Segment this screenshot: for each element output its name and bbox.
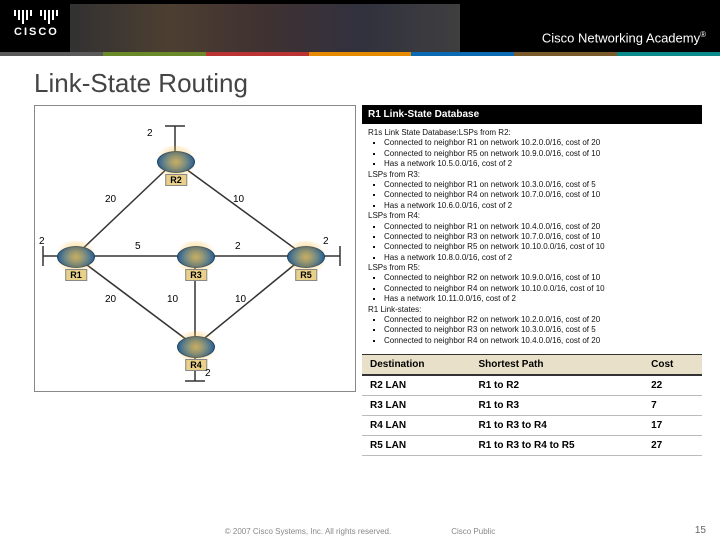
table-row: R5 LANR1 to R3 to R4 to R527 — [362, 436, 702, 456]
router-r5: R5 — [287, 246, 325, 268]
cost-r1-r4: 20 — [105, 294, 116, 305]
col-cost: Cost — [643, 355, 702, 376]
cost-r4-r5: 10 — [235, 294, 246, 305]
header: CISCO Cisco Networking Academy® — [0, 0, 720, 56]
lsp-r1-list: Connected to neighbor R2 on network 10.2… — [384, 315, 696, 346]
lsp-r2-list: Connected to neighbor R1 on network 10.2… — [384, 138, 696, 169]
table-row: R4 LANR1 to R3 to R417 — [362, 416, 702, 436]
router-r2: R2 — [157, 151, 195, 173]
color-strip — [0, 52, 720, 56]
lan-cost-r1: 2 — [39, 236, 45, 247]
col-shortest-path: Shortest Path — [470, 355, 643, 376]
footer: © 2007 Cisco Systems, Inc. All rights re… — [0, 527, 720, 536]
academy-text: Cisco Networking Academy® — [542, 30, 706, 45]
cisco-logo: CISCO — [14, 10, 59, 38]
classification: Cisco Public — [451, 527, 495, 536]
page-title: Link-State Routing — [0, 56, 720, 105]
topology-diagram: R1 R2 R3 R4 R5 2 2 2 2 20 10 5 2 20 10 1… — [34, 105, 356, 392]
right-panel: R1 Link-State Database R1s Link State Da… — [362, 105, 702, 456]
page-number: 15 — [695, 525, 706, 536]
lsp-r3-list: Connected to neighbor R1 on network 10.3… — [384, 180, 696, 211]
content: R1 R2 R3 R4 R5 2 2 2 2 20 10 5 2 20 10 1… — [0, 105, 720, 456]
cost-r3-r5: 2 — [235, 241, 241, 252]
lan-cost-r2: 2 — [147, 128, 153, 139]
database-body: R1s Link State Database:LSPs from R2: Co… — [362, 124, 702, 350]
col-destination: Destination — [362, 355, 470, 376]
cost-r2-r5: 10 — [233, 194, 244, 205]
cost-r3-r4: 10 — [167, 294, 178, 305]
lsp-r1-label: R1 Link-states: — [368, 305, 696, 315]
table-row: R2 LANR1 to R222 — [362, 375, 702, 396]
destination-table: Destination Shortest Path Cost R2 LANR1 … — [362, 354, 702, 456]
db-intro: R1s Link State Database:LSPs from R2: — [368, 128, 696, 138]
router-r4: R4 — [177, 336, 215, 358]
brand-text: CISCO — [14, 26, 59, 38]
router-r3: R3 — [177, 246, 215, 268]
cost-r1-r3: 5 — [135, 241, 141, 252]
cisco-bars-icon — [14, 10, 59, 24]
lsp-r3-label: LSPs from R3: — [368, 170, 696, 180]
lsp-r4-label: LSPs from R4: — [368, 211, 696, 221]
router-r1: R1 — [57, 246, 95, 268]
header-photo-strip — [70, 4, 460, 52]
table-row: R3 LANR1 to R37 — [362, 396, 702, 416]
cost-r1-r2: 20 — [105, 194, 116, 205]
lsp-r5-list: Connected to neighbor R2 on network 10.9… — [384, 273, 696, 304]
lsp-r5-label: LSPs from R5: — [368, 263, 696, 273]
lan-cost-r4: 2 — [205, 368, 211, 379]
lsp-r4-list: Connected to neighbor R1 on network 10.4… — [384, 222, 696, 264]
copyright: © 2007 Cisco Systems, Inc. All rights re… — [225, 527, 391, 536]
lan-cost-r5: 2 — [323, 236, 329, 247]
database-header: R1 Link-State Database — [362, 105, 702, 124]
